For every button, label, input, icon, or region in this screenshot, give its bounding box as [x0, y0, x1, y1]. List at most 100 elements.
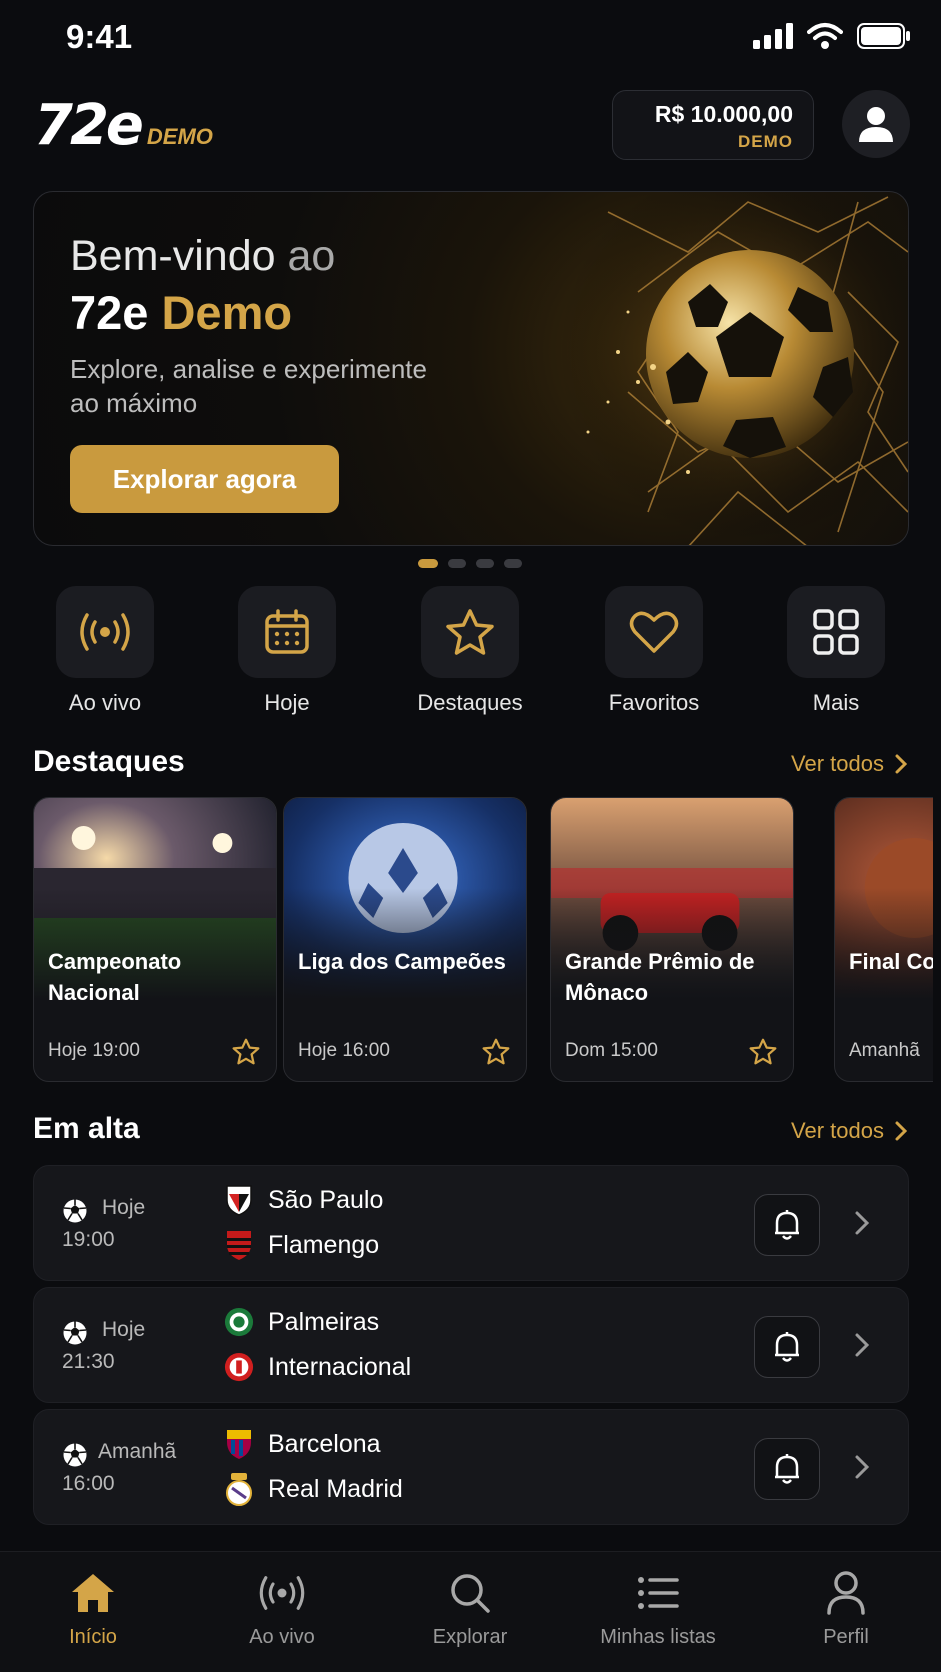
nav-my-lists[interactable]: Minhas listas — [578, 1568, 738, 1649]
battery-icon — [857, 23, 910, 49]
quick-action-tile — [56, 586, 154, 678]
nav-live[interactable]: Ao vivo — [202, 1568, 362, 1649]
nav-label: Ao vivo — [249, 1626, 315, 1648]
hero-banner[interactable]: Bem-vindo ao 72e Demo Explore, analise e… — [33, 191, 909, 546]
nav-icon-wrap — [202, 1568, 362, 1618]
nav-label: Perfil — [823, 1626, 869, 1648]
match-time: 16:00 — [62, 1472, 115, 1495]
highlight-date: Dom 15:00 — [565, 1040, 658, 1061]
wifi-icon — [807, 23, 843, 49]
chevron-right-icon[interactable] — [854, 1210, 870, 1236]
home-team: Barcelona — [224, 1428, 381, 1460]
balance-widget[interactable]: R$ 10.000,00 DEMO — [612, 90, 814, 160]
hero-subtitle: Explore, analise e experimente ao máximo — [70, 354, 427, 418]
nav-label: Minhas listas — [600, 1626, 716, 1648]
nav-icon-wrap — [578, 1568, 738, 1618]
quick-actions: Ao vivo Hoje Destaques Favoritos Mais — [0, 586, 941, 716]
highlight-name: Grande Prêmio de Mônaco — [565, 949, 755, 1005]
quick-action-highlights[interactable]: Destaques — [400, 586, 540, 716]
match-row[interactable]: Hoje 21:30 Palmeiras Internacional — [33, 1287, 909, 1403]
calendar-icon — [265, 609, 309, 654]
trending-title: Em alta — [33, 1112, 140, 1145]
carousel-dot[interactable] — [418, 559, 438, 568]
highlight-card[interactable]: Liga dos Campeões Hoje 16:00 — [283, 797, 527, 1082]
favorite-star-icon[interactable] — [482, 1038, 510, 1065]
bell-icon — [775, 1210, 799, 1240]
nav-home[interactable]: Início — [13, 1568, 173, 1649]
explore-now-button[interactable]: Explorar agora — [70, 445, 339, 513]
see-all-label: Ver todos — [791, 1118, 884, 1143]
carousel-dot[interactable] — [504, 559, 522, 568]
highlight-date: Hoje 16:00 — [298, 1040, 390, 1061]
quick-action-label: Favoritos — [608, 690, 700, 715]
trending-see-all[interactable]: Ver todos — [791, 1118, 908, 1144]
hero-title-line1: Bem-vindo ao — [70, 232, 335, 281]
notify-button[interactable] — [754, 1438, 820, 1500]
team-name: Barcelona — [268, 1429, 381, 1458]
hero-title-demo: Demo — [161, 286, 293, 339]
nav-label: Explorar — [432, 1626, 508, 1648]
bell-icon — [775, 1454, 799, 1484]
match-row[interactable]: Hoje 19:00 São Paulo Flamengo — [33, 1165, 909, 1281]
match-day: Hoje — [102, 1318, 146, 1341]
highlight-card[interactable]: Final Conferê Amanhã — [834, 797, 933, 1082]
favorite-star-icon[interactable] — [749, 1038, 777, 1065]
quick-action-live[interactable]: Ao vivo — [35, 586, 175, 716]
balance-amount: R$ 10.000,00 — [654, 101, 793, 127]
team-name: São Paulo — [268, 1185, 384, 1214]
chevron-right-icon[interactable] — [854, 1332, 870, 1358]
live-broadcast-icon — [259, 1576, 305, 1610]
highlight-card[interactable]: Campeonato Nacional Hoje 19:00 — [33, 797, 277, 1082]
balance-label: DEMO — [738, 132, 793, 151]
quick-action-label: Mais — [812, 690, 860, 715]
quick-action-tile — [605, 586, 703, 678]
team-name: Flamengo — [268, 1230, 380, 1259]
see-all-label: Ver todos — [791, 751, 884, 776]
grid-icon — [813, 609, 859, 655]
quick-action-more[interactable]: Mais — [766, 586, 906, 716]
profile-button[interactable] — [842, 90, 910, 158]
team-name: Internacional — [268, 1352, 412, 1381]
team-name: Palmeiras — [268, 1307, 380, 1336]
app-logo[interactable]: 72e DEMO — [34, 98, 213, 154]
list-icon — [638, 1577, 679, 1609]
quick-action-label: Hoje — [264, 690, 310, 715]
highlight-date: Amanhã — [849, 1040, 920, 1061]
away-team: Flamengo — [224, 1229, 379, 1261]
notify-button[interactable] — [754, 1194, 820, 1256]
logo-badge: DEMO — [146, 124, 213, 149]
user-icon — [859, 107, 893, 142]
highlights-carousel: Campeonato Nacional Hoje 19:00 Liga dos … — [33, 797, 933, 1082]
highlight-card[interactable]: Grande Prêmio de Mônaco Dom 15:00 — [550, 797, 794, 1082]
notify-button[interactable] — [754, 1316, 820, 1378]
star-icon — [446, 609, 494, 655]
carousel-indicator — [418, 559, 522, 568]
match-day: Amanhã — [98, 1440, 177, 1463]
quick-action-today[interactable]: Hoje — [217, 586, 357, 716]
away-team: Internacional — [224, 1351, 411, 1383]
match-row[interactable]: Amanhã 16:00 Barcelona Real Madrid — [33, 1409, 909, 1525]
palmeiras-crest-icon — [224, 1306, 254, 1338]
search-icon — [451, 1574, 490, 1613]
chevron-right-icon[interactable] — [854, 1454, 870, 1480]
status-icons — [753, 22, 911, 50]
user-icon — [827, 1571, 865, 1615]
nav-explore[interactable]: Explorar — [390, 1568, 550, 1649]
match-day: Hoje — [102, 1196, 146, 1219]
quick-action-favorites[interactable]: Favoritos — [584, 586, 724, 716]
away-team: Real Madrid — [224, 1473, 403, 1506]
nav-icon-wrap — [13, 1568, 173, 1618]
quick-action-label: Ao vivo — [68, 690, 142, 715]
favorite-star-icon[interactable] — [232, 1038, 260, 1065]
highlights-see-all[interactable]: Ver todos — [791, 751, 908, 777]
hero-title-line2: 72e Demo — [70, 285, 292, 340]
match-time: 19:00 — [62, 1228, 115, 1251]
highlights-title: Destaques — [33, 745, 185, 778]
nav-profile[interactable]: Perfil — [766, 1568, 926, 1649]
nav-icon-wrap — [766, 1568, 926, 1618]
sao-paulo-crest-icon — [224, 1184, 254, 1216]
chevron-right-icon — [895, 754, 908, 774]
carousel-dot[interactable] — [448, 559, 466, 568]
carousel-dot[interactable] — [476, 559, 494, 568]
soccer-ball-art — [558, 192, 908, 545]
